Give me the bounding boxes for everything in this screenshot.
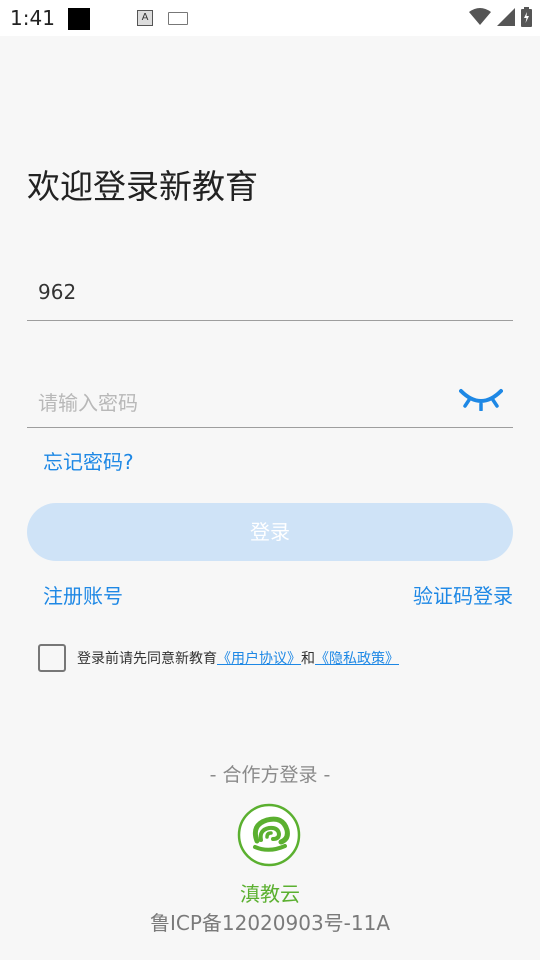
agreement-and: 和 (301, 651, 315, 667)
account-field[interactable]: 962 (27, 270, 513, 321)
icp-text: 鲁ICP备12020903号-11A (149, 911, 391, 935)
agreement-prefix: 登录前请先同意新教育 (77, 651, 217, 667)
agreement-row: 登录前请先同意新教育《用户协议》和《隐私政策》 (38, 644, 399, 672)
partner-login-label: - 合作方登录 - (209, 764, 331, 786)
login-button[interactable]: 登录 (27, 503, 513, 561)
register-link[interactable]: 注册账号 (43, 580, 123, 609)
dianjiao-name: 滇教云 (240, 882, 300, 906)
account-input-value: 962 (38, 280, 77, 304)
notification-icon (68, 8, 90, 30)
privacy-policy-link[interactable]: 《隐私政策》 (315, 651, 399, 667)
status-time: 1:41 (10, 6, 55, 30)
status-icons (469, 7, 532, 27)
page-title: 欢迎登录新教育 (27, 167, 258, 206)
password-field[interactable]: 请输入密码 (27, 377, 513, 428)
agreement-checkbox[interactable] (38, 644, 66, 672)
status-bar: 1:41 A (0, 0, 540, 36)
signal-icon (497, 8, 515, 26)
forgot-password-link[interactable]: 忘记密码? (43, 446, 134, 475)
dianjiao-logo-icon[interactable] (237, 803, 301, 867)
eye-closed-icon[interactable] (459, 385, 503, 411)
battery-icon (521, 7, 532, 27)
user-agreement-link[interactable]: 《用户协议》 (217, 651, 301, 667)
password-placeholder: 请输入密码 (38, 391, 138, 415)
keyboard-icon (168, 12, 188, 25)
ime-icon: A (137, 10, 153, 26)
wifi-icon (469, 8, 491, 25)
code-login-link[interactable]: 验证码登录 (413, 580, 513, 609)
agreement-text: 登录前请先同意新教育《用户协议》和《隐私政策》 (77, 648, 399, 668)
